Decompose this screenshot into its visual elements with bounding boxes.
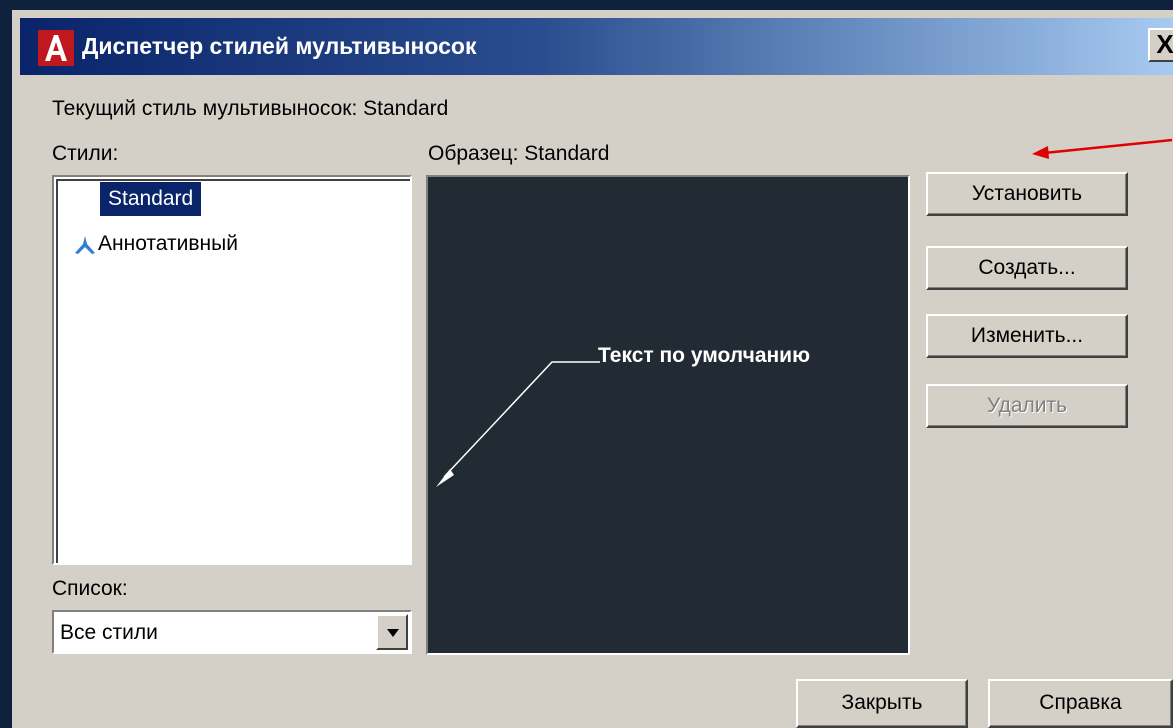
close-icon: X: [1156, 29, 1173, 59]
current-style-label: Текущий стиль мультивыносок: Standard: [52, 97, 449, 120]
preview-panel: Текст по умолчанию: [426, 175, 910, 655]
dropdown-button[interactable]: [376, 614, 408, 650]
annotative-icon: [75, 236, 95, 254]
close-button[interactable]: Закрыть: [796, 679, 968, 728]
preview-label: Образец: Standard: [428, 142, 610, 165]
help-button[interactable]: Справка: [988, 679, 1173, 728]
style-item-standard[interactable]: Standard: [100, 182, 202, 216]
window-title: Диспетчер стилей мультивыносок: [82, 33, 477, 59]
leader-line-drawing: [436, 361, 600, 487]
autocad-logo-icon: [38, 30, 74, 66]
set-current-button[interactable]: Установить: [926, 172, 1128, 216]
style-item-annotative[interactable]: Аннотативный: [98, 227, 238, 261]
chevron-down-icon: [387, 629, 399, 637]
list-filter-dropdown[interactable]: Все стили: [52, 610, 412, 654]
close-window-button[interactable]: X: [1148, 28, 1173, 62]
preview-leader-text: Текст по умолчанию: [598, 344, 811, 367]
annotation-arrow: [1032, 138, 1173, 159]
list-filter-label: Список:: [52, 577, 128, 600]
styles-listbox[interactable]: Standard Аннотативный: [52, 175, 412, 565]
delete-button[interactable]: Удалить: [926, 384, 1128, 428]
list-filter-value: Все стили: [60, 621, 158, 644]
create-button[interactable]: Создать...: [926, 246, 1128, 290]
modify-button[interactable]: Изменить...: [926, 314, 1128, 358]
styles-label: Стили:: [52, 142, 119, 165]
